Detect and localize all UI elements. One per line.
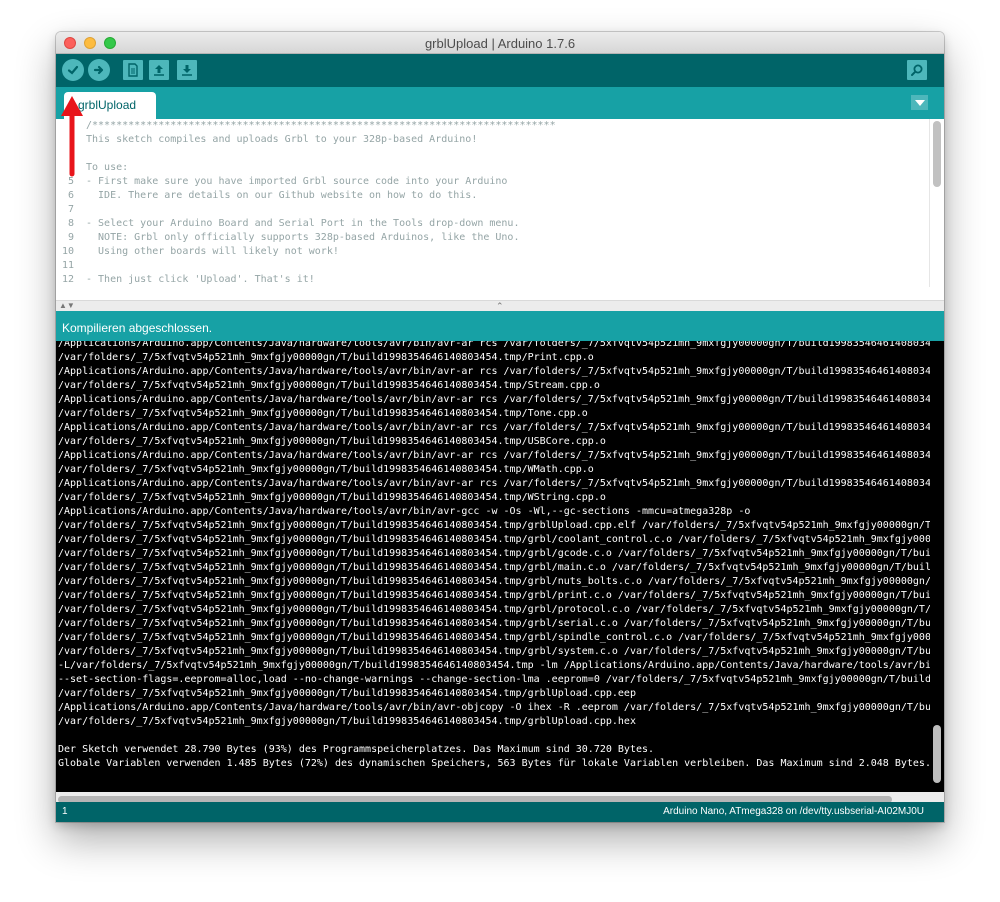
console-line: /var/folders/_7/5xfvqtv54p521mh_9mxfgjy0…	[58, 408, 588, 419]
line-number: 12	[61, 274, 74, 285]
arduino-ide-window: grblUpload | Arduino 1.7.6 grblUpload /*…	[56, 32, 944, 822]
console-line: /var/folders/_7/5xfvqtv54p521mh_9mxfgjy0…	[58, 534, 937, 545]
window-title: grblUpload | Arduino 1.7.6	[424, 36, 576, 51]
tab-menu-button[interactable]	[911, 95, 928, 110]
code-text: - First make sure you have imported Grbl…	[86, 176, 508, 187]
console-line: Der Sketch verwendet 28.790 Bytes (93%) …	[58, 744, 655, 755]
console-line: /var/folders/_7/5xfvqtv54p521mh_9mxfgjy0…	[58, 576, 937, 587]
console-line: /Applications/Arduino.app/Contents/Java/…	[58, 450, 944, 461]
console-line: Globale Variablen verwenden 1.485 Bytes …	[58, 758, 931, 769]
console-line: /Applications/Arduino.app/Contents/Java/…	[58, 478, 944, 489]
console-line: /Applications/Arduino.app/Contents/Java/…	[58, 341, 944, 349]
code-text: IDE. There are details on our Github web…	[86, 190, 478, 201]
editor-scroll-thumb[interactable]	[933, 121, 941, 187]
line-number: 8	[67, 218, 74, 229]
console-line: /var/folders/_7/5xfvqtv54p521mh_9mxfgjy0…	[58, 520, 937, 531]
new-sketch-button[interactable]	[123, 60, 143, 80]
console-line: /var/folders/_7/5xfvqtv54p521mh_9mxfgjy0…	[58, 492, 606, 503]
line-number: 6	[67, 190, 74, 201]
console-line: /var/folders/_7/5xfvqtv54p521mh_9mxfgjy0…	[58, 464, 594, 475]
console-line: /var/folders/_7/5xfvqtv54p521mh_9mxfgjy0…	[58, 646, 937, 657]
save-sketch-button[interactable]	[177, 60, 197, 80]
console-line: /var/folders/_7/5xfvqtv54p521mh_9mxfgjy0…	[58, 548, 937, 559]
new-file-icon	[128, 63, 138, 77]
collapse-arrows-icon[interactable]: ▲▼	[59, 301, 75, 311]
console-line: /var/folders/_7/5xfvqtv54p521mh_9mxfgjy0…	[58, 352, 594, 363]
footer-bar: 1 Arduino Nano, ATmega328 on /dev/tty.us…	[56, 802, 944, 822]
code-editor[interactable]: /***************************************…	[56, 119, 944, 299]
checkmark-icon	[67, 65, 79, 75]
code-text: - Select your Arduino Board and Serial P…	[86, 218, 520, 229]
magnifier-icon	[911, 64, 923, 76]
serial-monitor-button[interactable]	[907, 60, 927, 80]
console-line: /var/folders/_7/5xfvqtv54p521mh_9mxfgjy0…	[58, 436, 606, 447]
console-line: /var/folders/_7/5xfvqtv54p521mh_9mxfgjy0…	[58, 380, 600, 391]
console-line: /var/folders/_7/5xfvqtv54p521mh_9mxfgjy0…	[58, 590, 937, 601]
save-arrow-down-icon	[182, 65, 192, 76]
right-arrow-icon	[93, 65, 104, 75]
upload-button[interactable]	[88, 59, 110, 81]
console-line: -L/var/folders/_7/5xfvqtv54p521mh_9mxfgj…	[58, 660, 937, 671]
splitter-handle-icon[interactable]: ⌃	[496, 301, 504, 311]
code-text: - Then just click 'Upload'. That's it!	[86, 274, 315, 285]
console-line: /var/folders/_7/5xfvqtv54p521mh_9mxfgjy0…	[58, 604, 937, 615]
console-line: --set-section-flags=.eeprom=alloc,load -…	[58, 674, 937, 685]
line-number: 7	[67, 204, 74, 215]
title-bar[interactable]: grblUpload | Arduino 1.7.6	[56, 32, 944, 54]
open-sketch-button[interactable]	[149, 60, 169, 80]
open-arrow-up-icon	[154, 65, 164, 76]
status-message: Kompilieren abgeschlossen.	[62, 321, 213, 335]
code-text: NOTE: Grbl only officially supports 328p…	[86, 232, 520, 243]
console-line: /var/folders/_7/5xfvqtv54p521mh_9mxfgjy0…	[58, 716, 636, 727]
line-number: 11	[61, 260, 74, 271]
console-line: /Applications/Arduino.app/Contents/Java/…	[58, 506, 751, 517]
chevron-down-icon	[914, 99, 925, 106]
console-vertical-scrollbar[interactable]	[930, 341, 944, 791]
console-horizontal-scrollbar[interactable]	[56, 792, 944, 802]
console-line: /var/folders/_7/5xfvqtv54p521mh_9mxfgjy0…	[58, 618, 937, 629]
editor-console-splitter[interactable]: ▲▼ ⌃	[56, 300, 944, 311]
console-line: /var/folders/_7/5xfvqtv54p521mh_9mxfgjy0…	[58, 632, 937, 643]
console-line: /Applications/Arduino.app/Contents/Java/…	[58, 702, 937, 713]
verify-button[interactable]	[62, 59, 84, 81]
line-number: 10	[61, 246, 74, 257]
red-annotation-arrow-icon	[61, 96, 83, 177]
line-number-indicator: 1	[62, 806, 68, 817]
code-text: To use:	[86, 162, 129, 173]
code-text: This sketch compiles and uploads Grbl to…	[86, 134, 478, 145]
console-line: /var/folders/_7/5xfvqtv54p521mh_9mxfgjy0…	[58, 562, 931, 573]
console-line: /var/folders/_7/5xfvqtv54p521mh_9mxfgjy0…	[58, 688, 636, 699]
status-bar: Kompilieren abgeschlossen.	[56, 311, 944, 341]
code-text: /***************************************…	[86, 120, 556, 131]
console-scroll-thumb[interactable]	[933, 725, 941, 783]
editor-vertical-scrollbar[interactable]	[929, 119, 944, 287]
board-port-info: Arduino Nano, ATmega328 on /dev/tty.usbs…	[663, 806, 924, 817]
console-line: /Applications/Arduino.app/Contents/Java/…	[58, 394, 944, 405]
tab-bar: grblUpload	[56, 87, 944, 119]
console-output[interactable]: Globale Variablen verwenden 1.485 Bytes …	[56, 341, 944, 802]
console-line: /Applications/Arduino.app/Contents/Java/…	[58, 422, 944, 433]
console-line: /Applications/Arduino.app/Contents/Java/…	[58, 366, 944, 377]
line-number: 9	[67, 232, 74, 243]
code-text: Using other boards will likely not work!	[86, 246, 339, 257]
toolbar	[56, 54, 944, 87]
